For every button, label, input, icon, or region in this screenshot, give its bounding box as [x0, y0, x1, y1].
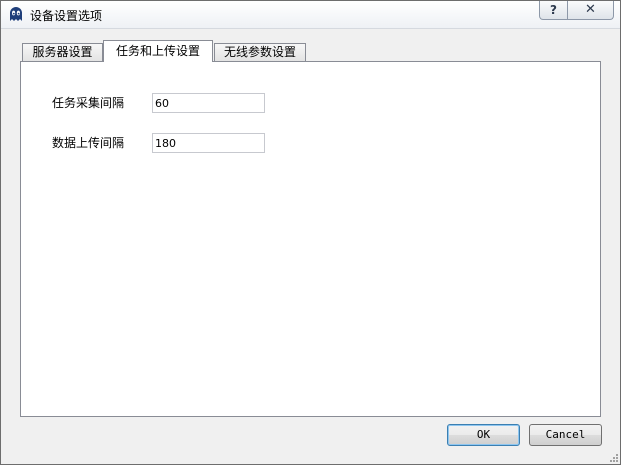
tab-panel-task-upload: 任务采集间隔 数据上传间隔: [20, 61, 601, 417]
collect-interval-input[interactable]: [152, 93, 265, 113]
tab-server-settings[interactable]: 服务器设置: [22, 43, 103, 61]
cancel-button[interactable]: Cancel: [529, 424, 602, 446]
resize-grip-icon[interactable]: [608, 452, 618, 462]
tab-task-upload-settings[interactable]: 任务和上传设置: [103, 40, 213, 62]
upload-interval-label: 数据上传间隔: [52, 136, 125, 150]
title-bar[interactable]: 设备设置选项 ? ✕: [1, 1, 620, 29]
tab-label: 无线参数设置: [223, 45, 296, 59]
collect-interval-label: 任务采集间隔: [52, 96, 125, 110]
tab-label: 服务器设置: [32, 45, 93, 59]
tab-label: 任务和上传设置: [115, 44, 200, 58]
help-button[interactable]: ?: [539, 1, 568, 20]
tab-wireless-settings[interactable]: 无线参数设置: [214, 43, 306, 61]
close-button[interactable]: ✕: [567, 1, 614, 20]
upload-interval-input[interactable]: [152, 133, 265, 153]
close-icon: ✕: [585, 2, 596, 17]
ghost-app-icon: [10, 7, 22, 21]
window-title: 设备设置选项: [30, 9, 103, 23]
settings-dialog: 设备设置选项 ? ✕ 服务器设置 任务和上传设置 无线参数设置 任务采集间隔 数…: [0, 0, 621, 465]
question-mark-icon: ?: [550, 3, 557, 17]
ok-button[interactable]: OK: [447, 424, 520, 446]
